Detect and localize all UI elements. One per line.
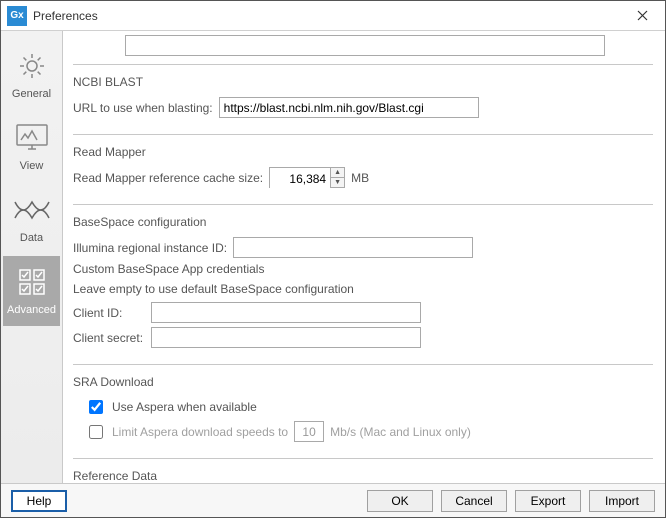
sidebar-item-general[interactable]: General bbox=[3, 40, 60, 110]
monitor-icon bbox=[14, 120, 50, 156]
sidebar-item-label: Data bbox=[20, 232, 43, 244]
cancel-button[interactable]: Cancel bbox=[441, 490, 507, 512]
section-read-mapper: Read Mapper Read Mapper reference cache … bbox=[73, 134, 653, 204]
checklist-icon bbox=[14, 264, 50, 300]
partial-input[interactable] bbox=[125, 35, 605, 56]
import-button[interactable]: Import bbox=[589, 490, 655, 512]
blast-url-label: URL to use when blasting: bbox=[73, 101, 213, 115]
close-button[interactable] bbox=[620, 1, 665, 31]
cache-size-spinner[interactable]: ▲ ▼ bbox=[269, 167, 345, 188]
custom-credentials-heading: Custom BaseSpace App credentials bbox=[73, 262, 653, 276]
title-bar: Gx Preferences bbox=[1, 1, 665, 31]
section-title: Read Mapper bbox=[73, 145, 653, 159]
limit-checkbox[interactable] bbox=[89, 425, 103, 439]
client-secret-label: Client secret: bbox=[73, 331, 145, 345]
cache-label: Read Mapper reference cache size: bbox=[73, 171, 263, 185]
chevron-up-icon[interactable]: ▲ bbox=[331, 168, 344, 178]
section-basespace: BaseSpace configuration Illumina regiona… bbox=[73, 204, 653, 364]
limit-speed-input bbox=[294, 421, 324, 442]
limit-label-post: Mb/s (Mac and Linux only) bbox=[330, 425, 471, 439]
spinner-arrows[interactable]: ▲ ▼ bbox=[330, 168, 344, 187]
sidebar: General View Data Advanced bbox=[1, 31, 63, 483]
section-ncbi-blast: NCBI BLAST URL to use when blasting: bbox=[73, 64, 653, 134]
instance-id-label: Illumina regional instance ID: bbox=[73, 241, 227, 255]
gear-icon bbox=[14, 48, 50, 84]
button-bar: Help OK Cancel Export Import bbox=[1, 483, 665, 517]
aspera-checkbox-row[interactable]: Use Aspera when available bbox=[85, 397, 257, 417]
section-sra-download: SRA Download Use Aspera when available L… bbox=[73, 364, 653, 458]
help-button[interactable]: Help bbox=[11, 490, 67, 512]
client-id-input[interactable] bbox=[151, 302, 421, 323]
ok-button[interactable]: OK bbox=[367, 490, 433, 512]
partial-top-row bbox=[73, 35, 653, 64]
sidebar-item-data[interactable]: Data bbox=[3, 184, 60, 254]
section-title: Reference Data bbox=[73, 469, 653, 483]
sidebar-item-label: Advanced bbox=[7, 304, 56, 316]
app-icon: Gx bbox=[7, 6, 27, 26]
close-icon bbox=[637, 10, 648, 21]
limit-checkbox-row[interactable]: Limit Aspera download speeds to bbox=[85, 422, 288, 442]
dna-icon bbox=[14, 192, 50, 228]
export-button[interactable]: Export bbox=[515, 490, 581, 512]
cache-size-input[interactable] bbox=[270, 168, 330, 189]
section-reference-data: Reference Data URL to use (requires rest… bbox=[73, 458, 653, 483]
aspera-checkbox[interactable] bbox=[89, 400, 103, 414]
settings-panel: NCBI BLAST URL to use when blasting: Rea… bbox=[63, 31, 665, 483]
section-title: NCBI BLAST bbox=[73, 75, 653, 89]
sidebar-item-advanced[interactable]: Advanced bbox=[3, 256, 60, 326]
client-secret-input[interactable] bbox=[151, 327, 421, 348]
sidebar-item-label: General bbox=[12, 88, 51, 100]
sidebar-item-view[interactable]: View bbox=[3, 112, 60, 182]
blast-url-input[interactable] bbox=[219, 97, 479, 118]
custom-credentials-hint: Leave empty to use default BaseSpace con… bbox=[73, 282, 653, 296]
limit-label-pre: Limit Aspera download speeds to bbox=[112, 425, 288, 439]
cache-unit: MB bbox=[351, 171, 369, 185]
window-title: Preferences bbox=[33, 9, 98, 23]
aspera-label: Use Aspera when available bbox=[112, 400, 257, 414]
instance-id-input[interactable] bbox=[233, 237, 473, 258]
sidebar-item-label: View bbox=[20, 160, 44, 172]
section-title: SRA Download bbox=[73, 375, 653, 389]
section-title: BaseSpace configuration bbox=[73, 215, 653, 229]
chevron-down-icon[interactable]: ▼ bbox=[331, 178, 344, 187]
client-id-label: Client ID: bbox=[73, 306, 145, 320]
